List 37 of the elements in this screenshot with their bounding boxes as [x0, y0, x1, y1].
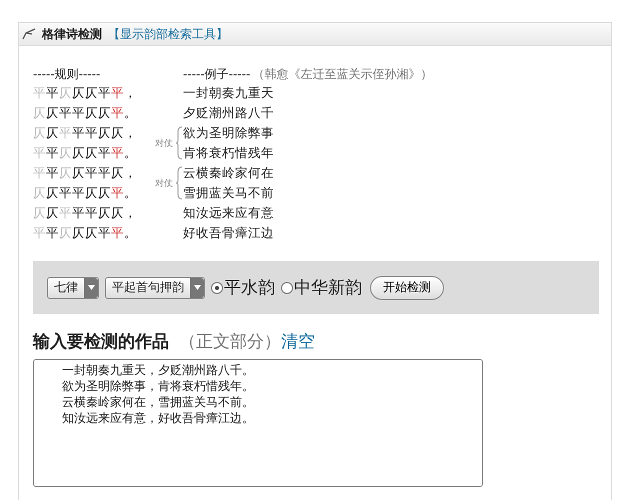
caret-icon — [194, 285, 200, 290]
parallelism-label: 对仗 — [155, 138, 173, 150]
start-check-button[interactable]: 开始检测 — [370, 276, 444, 300]
dropdown[interactable]: 七律 — [47, 276, 99, 298]
tone-rule: 仄仄平平仄仄平。 — [33, 184, 138, 202]
parallelism-label: 对仗 — [155, 178, 173, 190]
caret-icon — [88, 285, 94, 290]
input-title: 输入要检测的作品 — [33, 331, 169, 353]
poem-source: （韩愈《左迁至蓝关示侄孙湘》） — [252, 66, 432, 83]
clear-link[interactable]: 清空 — [281, 330, 315, 353]
poem-input[interactable]: 一封朝奏九重天，夕贬潮州路八千。 欲为圣明除弊事，肯将衰朽惜残年。 云横秦岭家何在，雪拥蓝关马不前。 知汝远来应有意，好收吾骨瘴江边。 — [33, 359, 483, 487]
brace-icon — [175, 166, 183, 200]
brace-icon — [175, 126, 183, 160]
example-line: 知汝远来应有意 — [183, 204, 274, 222]
example-line: 云横秦岭家何在 — [183, 164, 274, 182]
brush-icon — [22, 28, 36, 40]
examples-heading: -----例子----- — [183, 66, 250, 83]
input-note: （正文部分） — [179, 331, 281, 353]
example-line: 欲为圣明除弊事 — [183, 124, 274, 142]
radio-option[interactable]: 中华新韵 — [281, 276, 362, 299]
example-line: 肯将衰朽惜残年 — [183, 144, 274, 162]
tone-rule: 平平仄仄仄平平， — [33, 84, 138, 102]
rules-heading: -----规则----- — [33, 66, 102, 83]
example-line: 一封朝奏九重天 — [183, 84, 274, 102]
tone-rule: 仄仄平平仄仄平。 — [33, 104, 138, 122]
tone-rule: 仄仄平平平仄仄， — [33, 124, 138, 142]
example-line: 雪拥蓝关马不前 — [183, 184, 274, 202]
dropdown[interactable]: 平起首句押韵 — [105, 276, 205, 298]
tone-rule: 平平仄仄平平仄， — [33, 164, 138, 182]
tone-rule: 平平仄仄仄平平。 — [33, 144, 138, 162]
tone-rule: 平平仄仄仄平平。 — [33, 224, 138, 242]
tone-rule: 仄仄平平平仄仄， — [33, 204, 138, 222]
example-line: 夕贬潮州路八千 — [183, 104, 274, 122]
example-line: 好收吾骨瘴江边 — [183, 224, 274, 242]
radio-option[interactable]: 平水韵 — [211, 276, 275, 299]
panel-title: 格律诗检测 — [42, 26, 102, 42]
rhyme-tool-link[interactable]: 【显示韵部检索工具】 — [108, 26, 228, 42]
